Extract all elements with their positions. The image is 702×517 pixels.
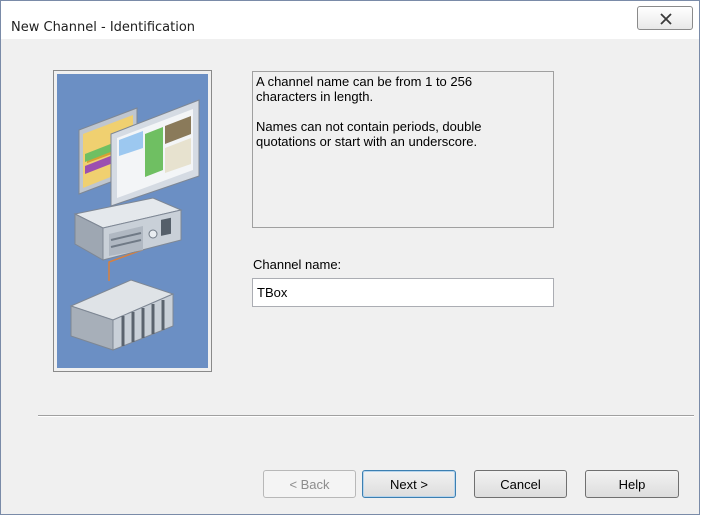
plc-rack [69,279,175,351]
button-separator [38,415,694,417]
dialog-body: A channel name can be from 1 to 256 char… [1,39,699,514]
title-bar[interactable]: New Channel - Identification [1,1,699,39]
info-text-length: A channel name can be from 1 to 256 char… [256,74,473,104]
channel-name-input[interactable] [252,278,554,307]
close-button[interactable] [637,6,693,30]
illustration-background [57,74,208,368]
window-title: New Channel - Identification [11,20,196,35]
help-button[interactable]: Help [585,470,679,498]
computer-case [73,197,183,261]
info-description-box: A channel name can be from 1 to 256 char… [252,71,554,228]
channel-name-label: Channel name: [253,257,342,272]
wizard-illustration [53,70,212,372]
close-icon [660,13,672,25]
back-button[interactable]: < Back [263,470,356,498]
computer-and-plc-illustration [69,99,200,351]
info-text-restrictions: Names can not contain periods, double qu… [256,119,482,149]
cancel-button[interactable]: Cancel [474,470,567,498]
next-button[interactable]: Next > [362,470,456,498]
dialog-window: New Channel - Identification A channel n… [0,0,700,515]
